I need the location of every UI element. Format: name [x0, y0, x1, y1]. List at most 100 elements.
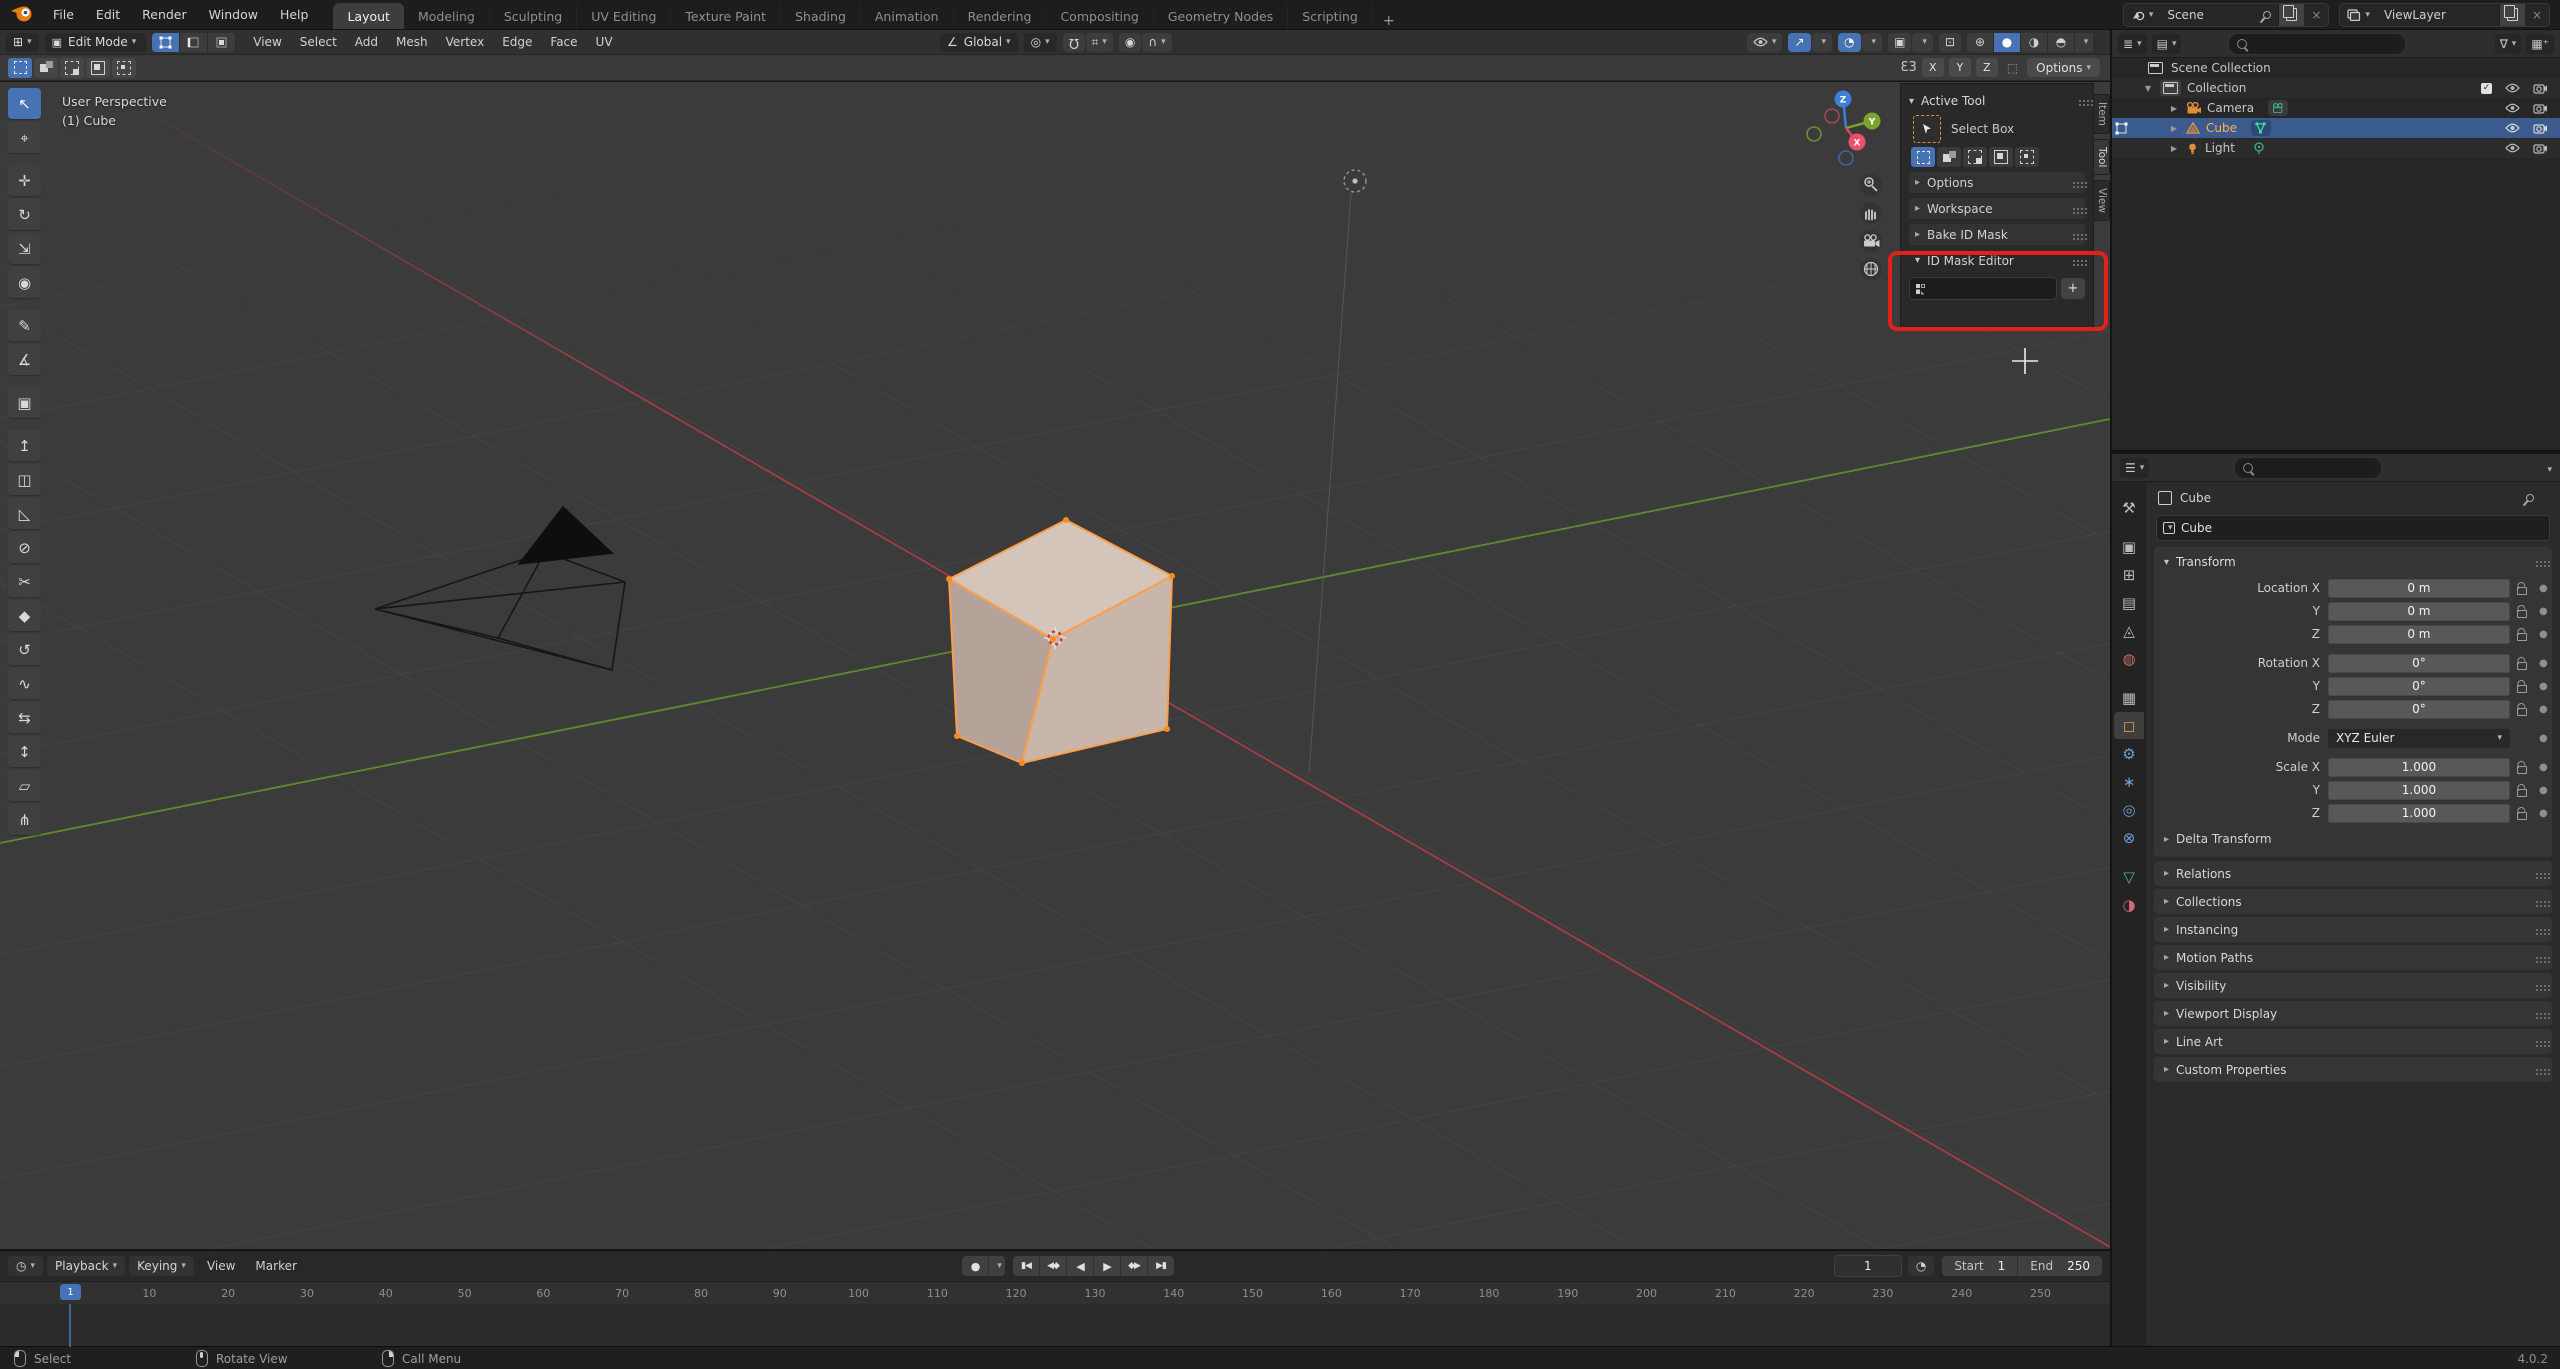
local-view-toggle[interactable]: ▣ [1888, 32, 1912, 52]
animate-dot[interactable]: ● [2535, 583, 2552, 594]
timeline-editor-type-button[interactable]: ◷ [8, 1256, 44, 1276]
scene-browse-icon[interactable] [2124, 4, 2161, 26]
lock-icon[interactable] [2510, 761, 2535, 774]
mirror-y-toggle[interactable]: Y [1948, 58, 1971, 77]
animate-dot[interactable]: ● [2535, 629, 2552, 640]
rotation-z-input[interactable]: 0° [2328, 699, 2510, 719]
playhead[interactable]: 1 [60, 1284, 81, 1300]
tab-compositing[interactable]: Compositing [1046, 3, 1154, 29]
lock-icon[interactable] [2510, 680, 2535, 693]
pan-button[interactable] [1860, 202, 1882, 224]
menu-select[interactable]: Select [291, 30, 346, 54]
scale-z-input[interactable]: 1.000 [2328, 803, 2510, 823]
shading-material-button[interactable]: ◑ [2021, 32, 2048, 52]
tool-edge-slide[interactable]: ⇆ [8, 702, 41, 733]
camera-object[interactable] [374, 505, 626, 672]
properties-options-dropdown[interactable] [2543, 461, 2552, 475]
tool-add-cube[interactable]: ▣ [8, 387, 41, 418]
tool-knife[interactable]: ✂ [8, 566, 41, 597]
lock-icon[interactable] [2510, 807, 2535, 820]
disable-render-icon[interactable] [2533, 123, 2548, 134]
rotation-mode-dropdown[interactable]: XYZ Euler ▾ [2328, 728, 2511, 748]
location-z-input[interactable]: 0 m [2328, 624, 2510, 644]
animate-dot[interactable]: ● [2535, 681, 2552, 692]
menu-view[interactable]: View [244, 30, 290, 54]
viewlayer-copy-button[interactable] [2498, 3, 2525, 26]
select-extend-button[interactable] [34, 57, 58, 78]
timeline-view-menu[interactable]: View [198, 1259, 244, 1273]
outliner-row-scene-collection[interactable]: Scene Collection [2112, 58, 2560, 78]
delta-transform-subpanel[interactable]: Delta Transform [2154, 829, 2552, 849]
pin-icon[interactable] [2256, 4, 2278, 26]
tab-tool[interactable]: ⚒ [2114, 494, 2144, 521]
select-subtract-button[interactable] [60, 57, 84, 78]
keying-menu[interactable]: Keying [129, 1256, 194, 1276]
menu-edit[interactable]: Edit [85, 0, 131, 29]
disable-render-icon[interactable] [2533, 103, 2548, 114]
jump-to-start-button[interactable]: ▮◀ [1013, 1256, 1040, 1276]
tool-extrude-region[interactable]: ↥ [8, 430, 41, 461]
pin-id-icon[interactable] [2524, 492, 2536, 504]
tab-sculpting[interactable]: Sculpting [490, 3, 578, 29]
outliner-row-cube[interactable]: ▶ Cube [2112, 118, 2560, 138]
animate-dot[interactable]: ● [2535, 785, 2552, 796]
lock-icon[interactable] [2510, 657, 2535, 670]
tool-options-dropdown[interactable]: Options [2027, 58, 2100, 77]
disable-render-icon[interactable] [2533, 143, 2548, 154]
tool-shear[interactable]: ▱ [8, 770, 41, 801]
npanel-tab-item[interactable]: Item [2094, 94, 2110, 134]
timeline-track-area[interactable] [0, 1304, 2110, 1347]
shading-dropdown[interactable] [2075, 32, 2094, 52]
timeline-marker-menu[interactable]: Marker [246, 1259, 305, 1273]
npanel-tab-tool[interactable]: Tool [2094, 138, 2110, 176]
tab-modifiers[interactable]: ⚙ [2114, 740, 2144, 767]
animate-dot[interactable]: ● [2535, 808, 2552, 819]
tab-animation[interactable]: Animation [861, 3, 954, 29]
expand-icon[interactable]: ▶ [2168, 124, 2180, 133]
proportional-falloff-dropdown[interactable]: ∩ [1142, 32, 1172, 52]
tab-object[interactable]: ◻ [2114, 712, 2144, 739]
tool-select-box[interactable]: ↖ [8, 88, 41, 119]
panel-line-art[interactable]: Line Art [2154, 1029, 2552, 1054]
tab-object-data[interactable]: ▽ [2114, 863, 2144, 890]
np-select-intersect[interactable] [2015, 147, 2039, 167]
mirror-z-toggle[interactable]: Z [1975, 58, 1998, 77]
panel-instancing[interactable]: Instancing [2154, 917, 2552, 942]
collection-checkbox[interactable]: ✓ [2481, 82, 2492, 94]
tool-smooth[interactable]: ∿ [8, 668, 41, 699]
tool-transform[interactable]: ◉ [8, 267, 41, 298]
start-frame-field[interactable]: Start 1 [1942, 1256, 2019, 1276]
disable-render-icon[interactable] [2533, 83, 2548, 94]
animate-dot[interactable]: ● [2535, 762, 2552, 773]
tool-scale[interactable]: ⇲ [8, 233, 41, 264]
lock-icon[interactable] [2510, 582, 2535, 595]
panel-collections[interactable]: Collections [2154, 889, 2552, 914]
visibility-dropdown[interactable] [1746, 32, 1783, 52]
npanel-tab-view[interactable]: View [2094, 180, 2110, 222]
tab-shading[interactable]: Shading [781, 3, 861, 29]
tab-material[interactable]: ◑ [2114, 891, 2144, 918]
tool-loop-cut[interactable]: ⊘ [8, 532, 41, 563]
light-data-icon[interactable] [2249, 140, 2269, 156]
panel-viewport-display[interactable]: Viewport Display [2154, 1001, 2552, 1026]
tab-physics[interactable]: ◎ [2114, 796, 2144, 823]
use-preview-range-button[interactable]: ◔ [1907, 1256, 1935, 1276]
tab-rendering[interactable]: Rendering [954, 3, 1047, 29]
viewlayer-name[interactable]: ViewLayer [2377, 4, 2499, 26]
menu-render[interactable]: Render [131, 0, 198, 29]
menu-window[interactable]: Window [198, 0, 269, 29]
tab-uv-editing[interactable]: UV Editing [577, 3, 672, 29]
outliner-row-light[interactable]: ▶ Light [2112, 138, 2560, 158]
lock-icon[interactable] [2510, 703, 2535, 716]
show-overlays-toggle[interactable]: ◔ [1838, 32, 1861, 52]
gizmo-dropdown[interactable] [1811, 32, 1833, 52]
np-select-invert[interactable] [1989, 147, 2013, 167]
animate-dot[interactable]: ● [2535, 658, 2552, 669]
tool-cursor[interactable]: ⌖ [8, 122, 41, 153]
blender-logo-icon[interactable] [0, 3, 42, 26]
menu-mesh[interactable]: Mesh [387, 30, 437, 54]
animate-dot[interactable]: ● [2535, 733, 2552, 744]
tab-constraints[interactable]: ⊗ [2114, 824, 2144, 851]
location-x-input[interactable]: 0 m [2328, 578, 2510, 598]
panel-custom-properties[interactable]: Custom Properties [2154, 1057, 2552, 1082]
